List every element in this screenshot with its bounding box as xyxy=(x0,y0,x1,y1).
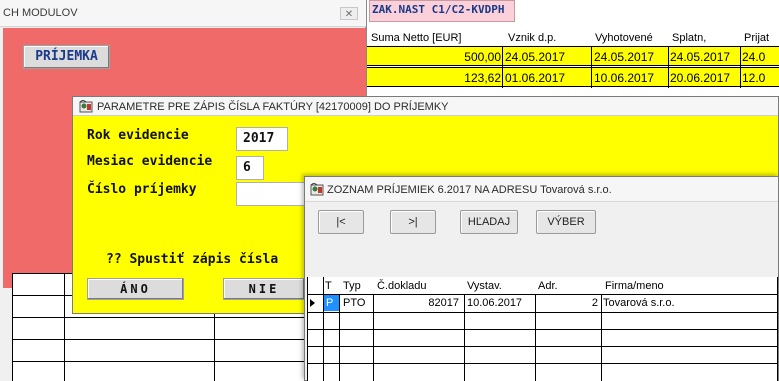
cell-prijat: 12.0 xyxy=(742,71,766,85)
zoznam-title: ZOZNAM PRÍJEMIEK 6.2017 NA ADRESU Tovaro… xyxy=(327,184,612,196)
column-header-splatn[interactable]: Splatn, xyxy=(672,32,706,44)
cell-vyhotovene: 24.05.2017 xyxy=(594,50,655,64)
first-record-button[interactable]: |< xyxy=(318,210,364,234)
cell-prijat: 24.0 xyxy=(742,50,766,64)
modulov-title: CH MODULOV xyxy=(3,7,78,19)
column-header-t[interactable]: T xyxy=(325,280,332,292)
document-table-header: Suma Netto [EUR] Vznik d.p. Vyhotovené S… xyxy=(367,29,779,46)
cell-suma: 123,62 xyxy=(464,71,501,85)
zoznam-titlebar: ZOZNAM PRÍJEMIEK 6.2017 NA ADRESU Tovaro… xyxy=(305,177,778,202)
app-icon xyxy=(310,183,324,196)
rok-label: Rok evidencie xyxy=(87,128,189,143)
column-header-suma[interactable]: Suma Netto [EUR] xyxy=(371,32,461,44)
parametre-title: PARAMETRE PRE ZÁPIS ČÍSLA FAKTÚRY [42170… xyxy=(97,101,449,113)
cell-cdokladu[interactable]: 82017 xyxy=(428,297,459,309)
column-header-firma[interactable]: Firma/meno xyxy=(605,280,664,292)
prijemky-list: T Typ Č.dokladu Vystav. Adr. Firma/meno … xyxy=(307,277,778,381)
cell-suma: 500,00 xyxy=(464,50,501,64)
cell-firma[interactable]: Tovarová s.r.o. xyxy=(603,297,675,309)
cell-vyhotovene: 10.06.2017 xyxy=(594,71,655,85)
mesiac-label: Mesiac evidencie xyxy=(87,154,213,169)
cislo-field[interactable] xyxy=(236,182,306,206)
table-row[interactable]: 123,62 01.06.2017 10.06.2017 20.06.2017 … xyxy=(367,67,779,88)
column-header-vznik[interactable]: Vznik d.p. xyxy=(508,32,556,44)
search-button[interactable]: HĽADAJ xyxy=(460,210,518,234)
cell-vznik: 01.06.2017 xyxy=(505,71,566,85)
ano-button[interactable]: ÁNO xyxy=(87,278,184,300)
cell-t[interactable]: P xyxy=(326,297,333,309)
select-button[interactable]: VÝBER xyxy=(536,210,596,234)
zoznam-dialog: ZOZNAM PRÍJEMIEK 6.2017 NA ADRESU Tovaro… xyxy=(304,176,779,381)
zak-nast-tag[interactable]: ZAK.NAST C1/C2-KVDPH xyxy=(369,0,516,22)
cell-vznik: 24.05.2017 xyxy=(505,50,566,64)
column-header-prijat[interactable]: Prijat xyxy=(744,32,769,44)
modulov-titlebar: CH MODULOV ✕ xyxy=(0,0,366,27)
app-icon xyxy=(79,100,93,113)
cell-vystav[interactable]: 10.06.2017 xyxy=(467,297,522,309)
cell-typ[interactable]: PTO xyxy=(343,297,365,309)
mesiac-field[interactable]: 6 xyxy=(236,156,264,180)
column-header-vyhotovene[interactable]: Vyhotovené xyxy=(595,32,653,44)
cell-splatn: 20.06.2017 xyxy=(670,71,731,85)
row-pointer-icon xyxy=(310,299,315,307)
column-header-typ[interactable]: Typ xyxy=(343,280,361,292)
close-icon[interactable]: ✕ xyxy=(340,7,358,20)
column-header-adr[interactable]: Adr. xyxy=(538,280,558,292)
table-row[interactable]: 500,00 24.05.2017 24.05.2017 24.05.2017 … xyxy=(367,46,779,67)
last-record-button[interactable]: >| xyxy=(390,210,436,234)
parametre-titlebar: PARAMETRE PRE ZÁPIS ČÍSLA FAKTÚRY [42170… xyxy=(73,97,778,116)
nie-button[interactable]: NIE xyxy=(223,278,305,300)
cislo-label: Číslo príjemky xyxy=(87,182,197,197)
rok-field[interactable]: 2017 xyxy=(236,127,288,151)
column-header-cdokladu[interactable]: Č.dokladu xyxy=(377,280,427,292)
cell-splatn: 24.05.2017 xyxy=(670,50,731,64)
confirm-question: ?? Spustiť zápis čísla xyxy=(106,252,279,267)
prijemka-button[interactable]: PRÍJEMKA xyxy=(23,45,110,69)
column-header-vystav[interactable]: Vystav. xyxy=(467,280,502,292)
cell-adr[interactable]: 2 xyxy=(592,297,598,309)
document-table-window: ZAK.NAST C1/C2-KVDPH Suma Netto [EUR] Vz… xyxy=(366,0,779,100)
